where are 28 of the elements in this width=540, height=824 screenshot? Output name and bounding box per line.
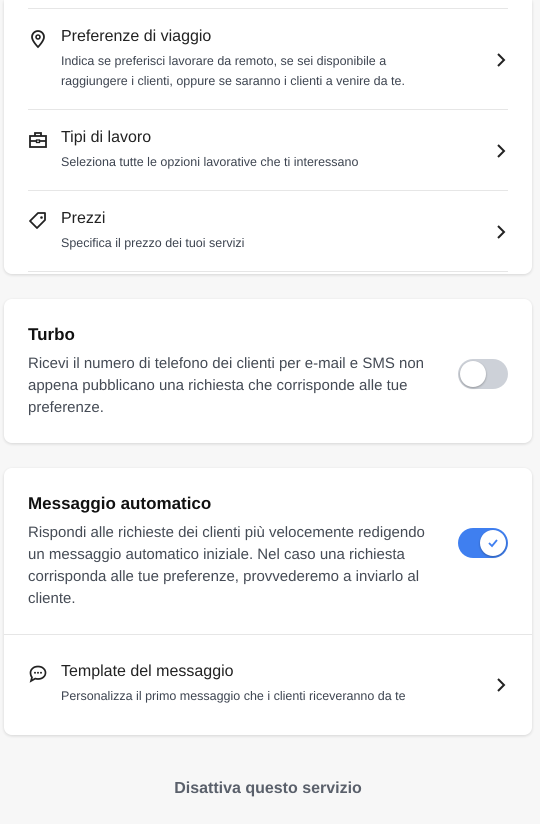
chevron-right-icon xyxy=(496,676,506,692)
toggle-switch[interactable] xyxy=(458,359,508,389)
card-title: Turbo xyxy=(28,325,76,345)
card-title: Messaggio automatico xyxy=(28,494,212,514)
chat-bubble-icon xyxy=(28,664,48,684)
row-description: Specifica il prezzo dei tuoi servizi xyxy=(61,235,246,252)
deactivate-link[interactable]: Disattiva questo servizio xyxy=(174,780,362,798)
briefcase-icon xyxy=(28,130,48,150)
tag-icon xyxy=(28,211,48,231)
chevron-right-icon xyxy=(496,52,506,68)
pin-icon xyxy=(28,29,48,49)
row-description: Personalizza il primo messaggio che i clienti riceveranno da te xyxy=(61,688,407,705)
settings-row[interactable]: Tipi di lavoro Seleziona tutte le opzioni lavorative che ti interessano xyxy=(28,109,508,190)
settings-row[interactable]: Prezzi Specifica il prezzo dei tuoi servizi xyxy=(28,190,508,272)
chevron-right-icon xyxy=(496,224,506,240)
row-description: Indica se preferisci lavorare da remoto, se sei disponibile a raggiungere i clienti, oppure se saranno i clienti a venire da te. xyxy=(61,53,406,90)
row-title: Tipi di lavoro xyxy=(61,129,152,147)
row-title: Prezzi xyxy=(61,210,106,228)
chevron-right-icon xyxy=(496,142,506,158)
settings-row[interactable]: Template del messaggio Personalizza il primo messaggio che i clienti riceveranno da te xyxy=(4,634,532,735)
settings-row[interactable]: Preferenze di viaggio Indica se preferisci lavorare da remoto, se sei disponibile a raggiungere i clienti, oppure se saranno i clienti a venire da te. xyxy=(28,8,508,109)
toggle-switch[interactable] xyxy=(458,528,508,558)
card-description: Ricevi il numero di telefono dei clienti per e-mail e SMS non appena pubblicano una richiesta che corrisponde alle tue preferenze. xyxy=(28,354,426,418)
row-title: Template del messaggio xyxy=(61,663,235,681)
check-icon xyxy=(487,537,499,549)
card-description: Rispondi alle richieste dei clienti più velocemente redigendo un messaggio automatico iniziale. Nel caso una richiesta corrisponda alle tue preferenze, provvederemo a inviarlo al cliente. xyxy=(28,523,426,609)
row-title: Preferenze di viaggio xyxy=(61,28,212,46)
row-description: Seleziona tutte le opzioni lavorative che ti interessano xyxy=(61,154,360,171)
